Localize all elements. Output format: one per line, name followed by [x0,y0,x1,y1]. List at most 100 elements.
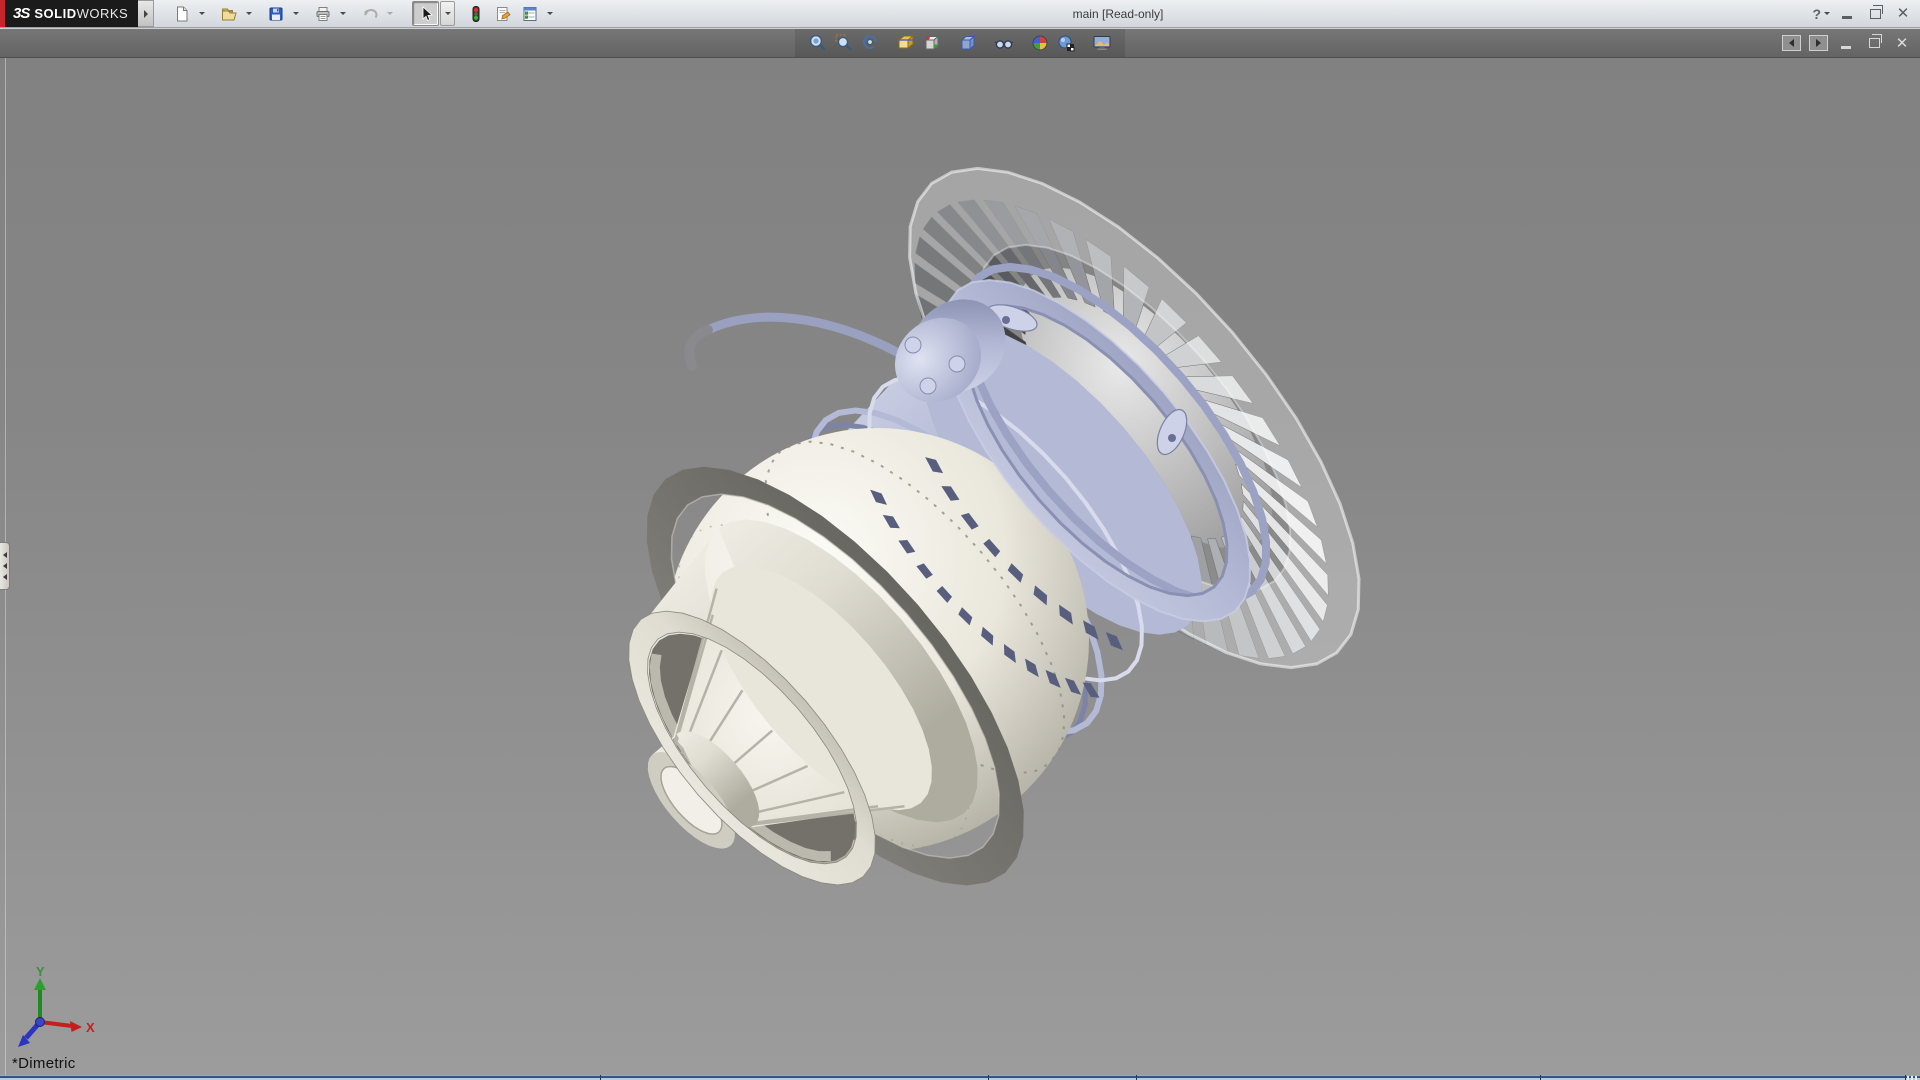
options-icon [523,6,536,21]
rebuild-button[interactable] [462,1,489,26]
solidworks-logo: 3S SOLID WORKS [5,0,139,27]
collapse-right-pane-button[interactable] [1809,35,1828,51]
undo-button[interactable] [356,1,383,26]
select-cursor-icon [422,5,433,21]
display-style-icon [960,35,976,51]
hide-show-items-icon [994,40,1014,49]
print-button[interactable] [309,1,336,26]
document-window-controls: ✕ [1782,29,1912,57]
graphics-viewport[interactable]: Y X *Dimetric [0,56,1920,1075]
close-icon: ✕ [1895,34,1909,52]
zoom-to-area-button[interactable] [831,31,857,55]
view-settings-icon [1093,36,1111,50]
save-icon [269,7,282,20]
collapse-right-icon [1816,39,1821,47]
document-title: main [Read-only] [1072,6,1164,21]
section-view-button[interactable] [893,31,919,55]
select-button[interactable] [412,1,439,26]
undo-caret[interactable] [383,2,396,25]
print-icon [316,6,329,21]
panel-splitter-handle[interactable] [0,542,10,590]
new-document-button[interactable] [168,1,195,26]
resize-grip[interactable] [1907,1076,1917,1080]
apply-scene-button[interactable] [1053,31,1079,55]
solidworks-logo-text-light: WORKS [76,6,129,21]
apply-scene-icon [1058,35,1075,52]
chevron-down-icon [198,12,205,15]
view-orientation-button[interactable] [919,31,945,55]
triad-x-label: X [86,1020,95,1035]
open-button[interactable] [215,1,242,26]
status-divider [1136,1075,1137,1080]
open-icon [221,8,237,20]
collapse-left-icon [1789,39,1794,47]
select-caret[interactable] [440,1,455,26]
help-icon: ? [1812,5,1821,22]
open-caret[interactable] [242,2,255,25]
chevron-down-icon [245,12,252,15]
reference-triad: Y X [18,964,95,1047]
section-view-icon [898,34,914,50]
app-close-button[interactable]: ✕ [1892,5,1914,23]
document-restore-button[interactable] [1864,34,1884,52]
previous-view-button[interactable] [857,31,883,55]
status-divider [1540,1075,1541,1080]
zoom-to-fit-icon [809,34,826,51]
chevron-down-icon [292,12,299,15]
view-settings-button[interactable] [1089,31,1115,55]
new-document-caret[interactable] [195,2,208,25]
chevron-right-icon [143,9,148,18]
edit-appearance-icon [1032,35,1048,51]
hide-show-items-button[interactable] [991,31,1017,55]
rebuild-traffic-light-icon [472,5,479,22]
status-divider [988,1075,989,1080]
collapse-arrow-icon [2,563,7,569]
app-window-controls: ? ✕ [1812,0,1914,27]
status-divider [600,1075,601,1080]
options-caret[interactable] [543,2,556,25]
solidworks-logo-glyph: 3S [13,5,30,22]
app-restore-button[interactable] [1864,4,1886,23]
solidworks-window: 3S SOLID WORKS main [Read-only] ? ✕ ✕ Y … [0,0,1920,1080]
restore-icon [1868,34,1882,48]
save-button[interactable] [262,1,289,26]
document-close-button[interactable]: ✕ [1892,34,1912,52]
options-button[interactable] [516,1,543,26]
chevron-down-icon [444,12,451,15]
chevron-down-icon [339,12,346,15]
title-bar: 3S SOLID WORKS main [Read-only] ? ✕ [0,0,1920,28]
document-minimize-button[interactable] [1836,34,1856,52]
collapse-arrow-icon [2,574,7,580]
display-style-button[interactable] [955,31,981,55]
headsup-toolbar-bar: ✕ [0,28,1920,58]
help-button[interactable]: ? [1812,6,1830,22]
undo-icon [363,8,377,18]
solidworks-menu-button[interactable]: 3S SOLID WORKS [0,0,155,27]
zoom-to-fit-button[interactable] [805,31,831,55]
view-orientation-label: *Dimetric [12,1055,76,1072]
new-document-icon [176,6,187,21]
zoom-to-area-icon [835,34,852,51]
save-caret[interactable] [289,2,302,25]
file-properties-button[interactable] [489,1,516,26]
solidworks-logo-text: SOLID [34,6,77,21]
triad-y-label: Y [36,964,45,979]
previous-view-icon [862,35,877,49]
app-minimize-button[interactable] [1836,5,1858,23]
edit-appearance-button[interactable] [1027,31,1053,55]
main-toolbar [168,0,563,27]
chevron-down-icon [546,12,553,15]
headsup-toolbar [795,29,1125,57]
restore-icon [1869,4,1883,19]
print-caret[interactable] [336,2,349,25]
chevron-down-icon [386,12,393,15]
status-divider [1905,1075,1906,1080]
menu-expand-button[interactable] [138,0,155,27]
collapse-left-pane-button[interactable] [1782,35,1801,51]
view-orientation-icon [924,35,940,51]
collapse-arrow-icon [2,552,7,558]
file-properties-icon [496,6,511,21]
minimize-icon [1841,45,1851,49]
close-icon: ✕ [1896,5,1910,22]
minimize-icon [1842,16,1852,19]
